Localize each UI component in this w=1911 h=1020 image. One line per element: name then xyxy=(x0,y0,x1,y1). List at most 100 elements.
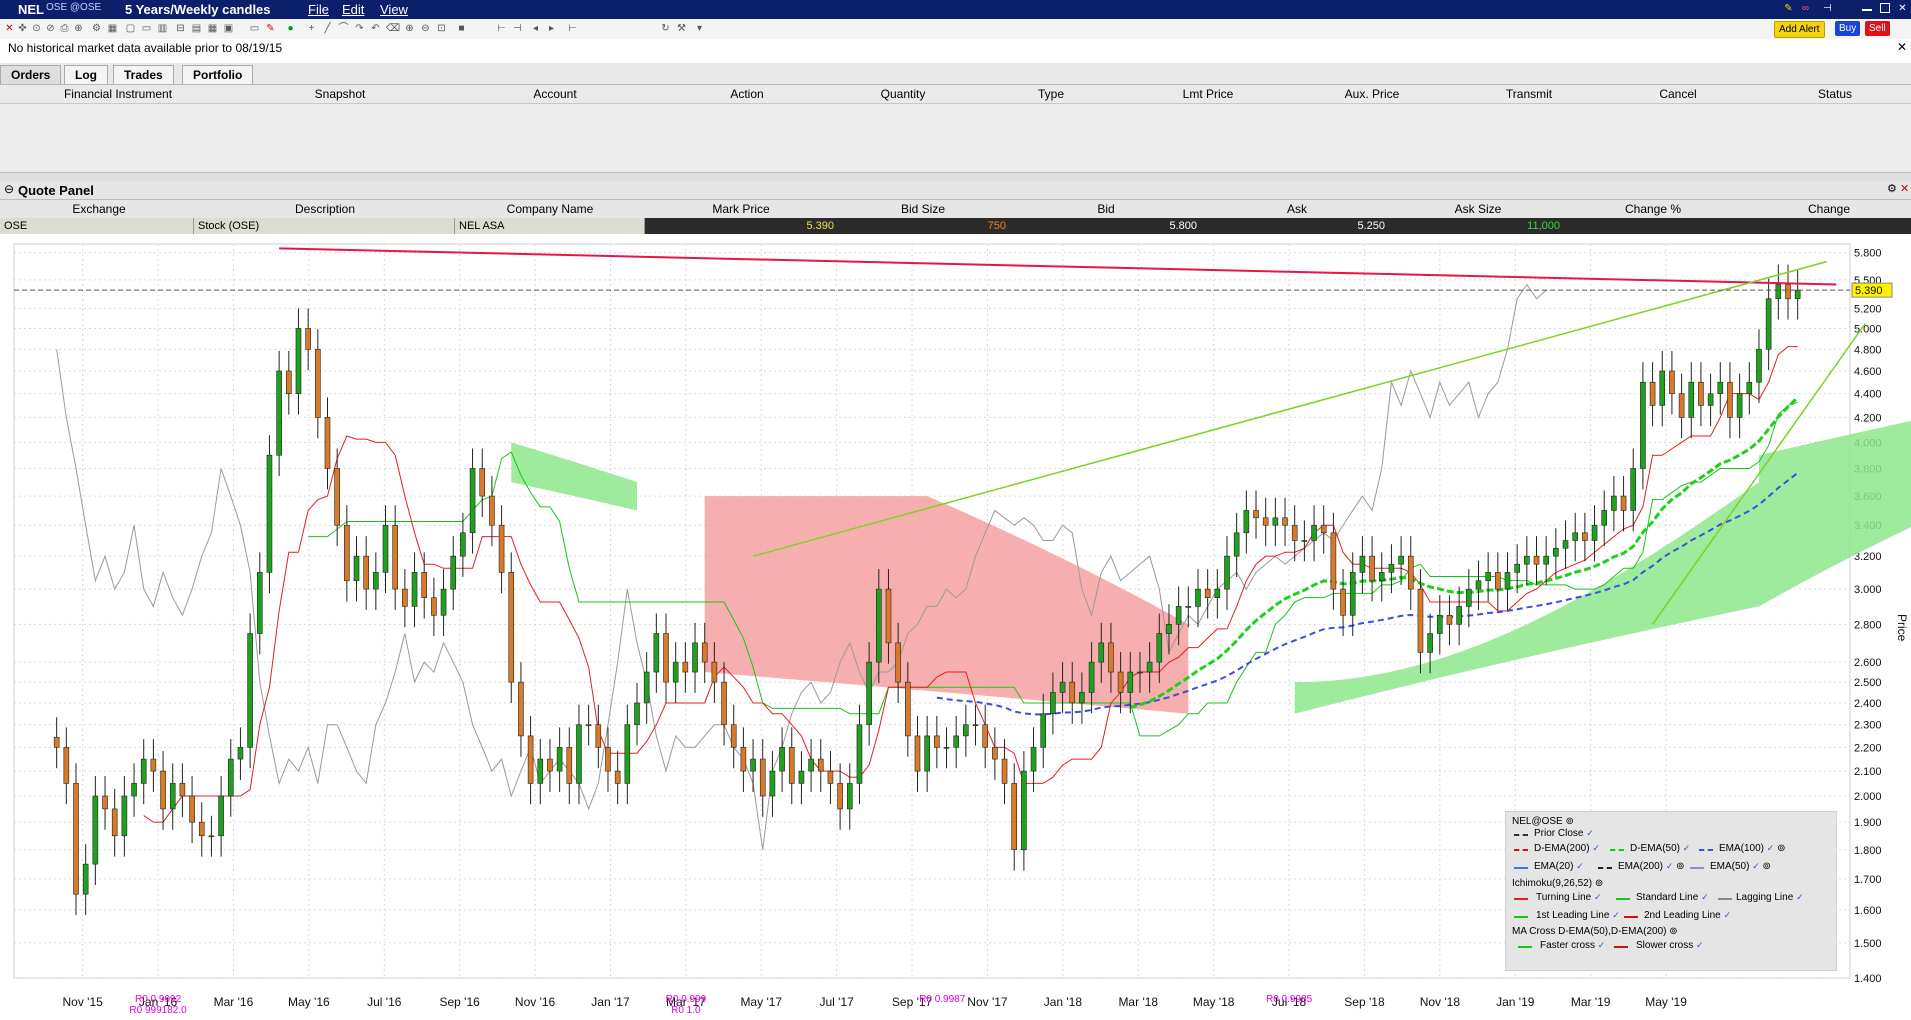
col-mark-price[interactable]: Mark Price xyxy=(712,202,769,216)
minimize-icon[interactable] xyxy=(1862,9,1872,11)
refresh-icon[interactable]: ↻ xyxy=(660,23,671,34)
legend-slower-cross[interactable]: Slower cross ✓ xyxy=(1636,940,1704,951)
tab-portfolio[interactable]: Portfolio xyxy=(182,65,254,84)
maximize-icon[interactable] xyxy=(1880,3,1890,13)
legend-standard-line[interactable]: Standard Line ✓ xyxy=(1636,892,1709,903)
square-icon[interactable]: ▢ xyxy=(125,23,136,34)
col-financial-instrument[interactable]: Financial Instrument xyxy=(64,87,172,101)
legend-ichimoku[interactable]: Ichimoku(9,26,52) ⊚ xyxy=(1512,878,1603,889)
legend-d-ema50[interactable]: D-EMA(50) ✓ xyxy=(1630,843,1690,854)
erase-icon[interactable]: ⌫ xyxy=(386,23,400,34)
chain-icon[interactable]: ∞ xyxy=(1800,3,1811,14)
col-company-name[interactable]: Company Name xyxy=(507,202,594,216)
edit-icon[interactable]: ⊟ xyxy=(175,23,186,34)
col-bid[interactable]: Bid xyxy=(1097,202,1114,216)
pencil-icon[interactable]: ✎ xyxy=(265,23,276,34)
col-cancel[interactable]: Cancel xyxy=(1659,87,1696,101)
close-icon[interactable]: ✕ xyxy=(1897,3,1908,14)
undo-icon[interactable]: ↶ xyxy=(370,23,381,34)
legend-ema200[interactable]: EMA(200) ✓ ⊚ xyxy=(1618,861,1685,872)
exchange-dropdown[interactable]: OSE @OSE xyxy=(46,2,101,13)
col-exchange[interactable]: Exchange xyxy=(72,202,125,216)
bars-icon[interactable]: ▥ xyxy=(157,23,168,34)
scroll-left-icon[interactable]: ◂ xyxy=(530,23,541,34)
tab-orders[interactable]: Orders xyxy=(0,65,62,84)
table-icon[interactable]: ▦ xyxy=(207,23,218,34)
legend-settings-icon[interactable]: ⊚ xyxy=(1566,816,1574,827)
panel-divider[interactable] xyxy=(0,172,1911,181)
legend-turning-line[interactable]: Turning Line ✓ xyxy=(1536,892,1602,903)
col-change[interactable]: Change xyxy=(1808,202,1850,216)
menu-file[interactable]: File xyxy=(308,2,329,17)
col-account[interactable]: Account xyxy=(533,87,576,101)
col-action[interactable]: Action xyxy=(730,87,763,101)
calendar-icon[interactable]: ▣ xyxy=(223,23,234,34)
col-quantity[interactable]: Quantity xyxy=(881,87,926,101)
line-tool-icon[interactable]: ╱ xyxy=(322,23,333,34)
legend-ema20[interactable]: EMA(20) ✓ xyxy=(1534,861,1584,872)
col-lmt-price[interactable]: Lmt Price xyxy=(1183,87,1234,101)
more-dropdown-icon[interactable]: ▾ xyxy=(694,23,705,34)
scroll-right-icon[interactable]: ▸ xyxy=(546,23,557,34)
align-center-icon[interactable]: ⊣ xyxy=(512,23,523,34)
legend-d-ema200[interactable]: D-EMA(200) ✓ xyxy=(1534,843,1600,854)
add-alert-button[interactable]: Add Alert xyxy=(1774,21,1825,38)
col-type[interactable]: Type xyxy=(1038,87,1064,101)
settings-icon[interactable]: ⚙ xyxy=(1887,182,1897,195)
arc-tool-icon[interactable]: ⌒ xyxy=(338,23,349,34)
align-left-icon[interactable]: ⊢ xyxy=(496,23,507,34)
crosshair-tool-icon[interactable]: + xyxy=(306,23,317,34)
legend-macross[interactable]: MA Cross D-EMA(50),D-EMA(200) ⊚ xyxy=(1512,926,1678,937)
align-right-icon[interactable]: ⊢ xyxy=(567,23,578,34)
zoom-icon[interactable]: ⊙ xyxy=(31,23,42,34)
col-ask[interactable]: Ask xyxy=(1287,202,1307,216)
col-change-pct[interactable]: Change % xyxy=(1625,202,1681,216)
bar-chart-icon[interactable]: ▤ xyxy=(191,23,202,34)
crosshair-icon[interactable]: ✕ xyxy=(4,23,15,34)
sell-button[interactable]: Sell xyxy=(1865,21,1890,36)
fit-icon[interactable]: ⊡ xyxy=(436,23,447,34)
legend-ema100[interactable]: EMA(100) ✓ ⊚ xyxy=(1719,843,1786,854)
layout-icon[interactable]: ▭ xyxy=(249,23,260,34)
col-status[interactable]: Status xyxy=(1818,87,1852,101)
pin-icon[interactable]: ⊣ xyxy=(1822,3,1833,14)
legend-lagging-line[interactable]: Lagging Line ✓ xyxy=(1736,892,1804,903)
record-icon[interactable]: ● xyxy=(285,23,296,34)
legend-faster-cross[interactable]: Faster cross ✓ xyxy=(1540,940,1605,951)
legend-leading-line2[interactable]: 2nd Leading Line ✓ xyxy=(1644,910,1731,921)
col-bid-size[interactable]: Bid Size xyxy=(901,202,945,216)
tab-log[interactable]: Log xyxy=(64,65,108,84)
candle-body xyxy=(1166,624,1172,634)
legend-prior-close[interactable]: Prior Close ✓ xyxy=(1534,828,1594,839)
link-icon[interactable]: ✎ xyxy=(1783,3,1794,14)
legend-ema50[interactable]: EMA(50) ✓ ⊚ xyxy=(1710,861,1771,872)
cursor-icon[interactable]: ✜ xyxy=(17,23,28,34)
quote-row[interactable]: OSE Stock (OSE) NEL ASA 5.390 750 5.800 … xyxy=(0,218,1911,234)
col-ask-size[interactable]: Ask Size xyxy=(1455,202,1502,216)
collapse-icon[interactable]: ⊖ xyxy=(4,182,14,196)
draw-icon[interactable]: ⊘ xyxy=(45,23,56,34)
zoom-out-icon[interactable]: ⊖ xyxy=(420,23,431,34)
stop-icon[interactable]: ■ xyxy=(456,23,467,34)
close-panel-icon[interactable]: ✕ xyxy=(1900,182,1909,195)
period-dropdown[interactable]: 5 Years/Weekly candles xyxy=(125,2,271,17)
col-aux-price[interactable]: Aux. Price xyxy=(1345,87,1400,101)
copy-icon[interactable]: ⊕ xyxy=(73,23,84,34)
settings-icon[interactable]: ⚙ xyxy=(91,23,102,34)
redo-icon[interactable]: ↷ xyxy=(354,23,365,34)
col-transmit[interactable]: Transmit xyxy=(1506,87,1552,101)
symbol-label[interactable]: NEL xyxy=(18,2,44,17)
grid-icon[interactable]: ▦ xyxy=(107,23,118,34)
tab-trades[interactable]: Trades xyxy=(113,65,174,84)
menu-edit[interactable]: Edit xyxy=(342,2,364,17)
close-message-icon[interactable]: ✕ xyxy=(1897,40,1907,54)
col-snapshot[interactable]: Snapshot xyxy=(315,87,366,101)
zoom-in-icon[interactable]: ⊕ xyxy=(404,23,415,34)
menu-view[interactable]: View xyxy=(380,2,408,17)
legend-leading-line1[interactable]: 1st Leading Line ✓ xyxy=(1536,910,1620,921)
buy-button[interactable]: Buy xyxy=(1835,21,1861,36)
print-icon[interactable]: ⎙ xyxy=(59,23,70,34)
rect-icon[interactable]: ▭ xyxy=(141,23,152,34)
col-description[interactable]: Description xyxy=(295,202,355,216)
tools-icon[interactable]: ⚒ xyxy=(676,23,687,34)
